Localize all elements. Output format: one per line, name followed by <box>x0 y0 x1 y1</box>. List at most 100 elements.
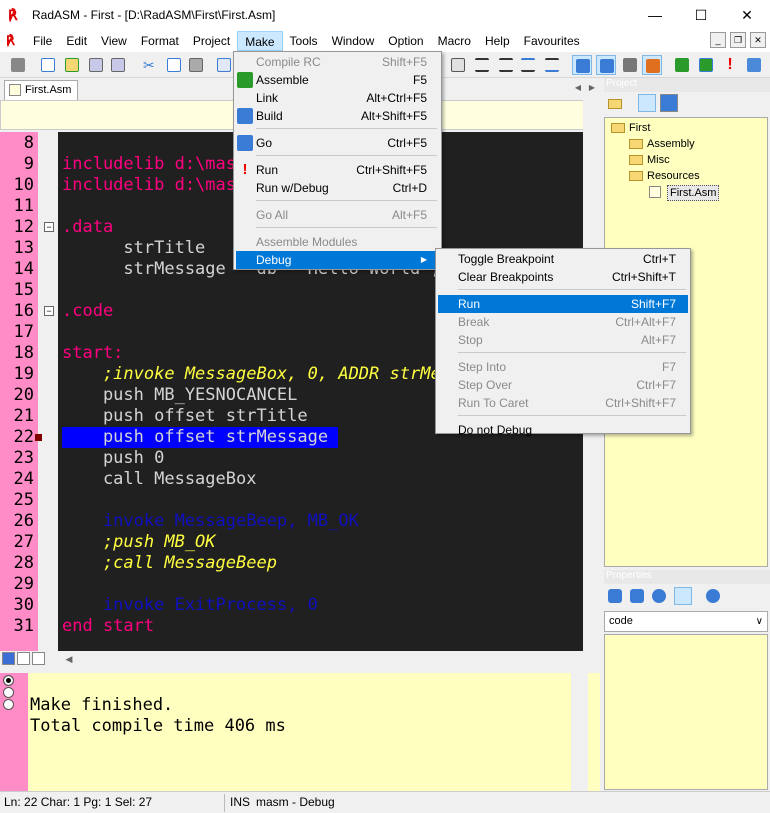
menu-view[interactable]: View <box>94 31 134 51</box>
view-mode-2-icon[interactable] <box>17 652 30 665</box>
menu-window[interactable]: Window <box>325 31 382 51</box>
file-view-icon[interactable] <box>638 94 656 112</box>
toggle-output-button[interactable] <box>596 55 616 75</box>
make-item-build[interactable]: Build Alt+Shift+F5 <box>236 107 439 125</box>
debug-item-step-into[interactable]: Step Into F7 <box>438 358 688 376</box>
menu-option[interactable]: Option <box>381 31 430 51</box>
output-tab-radio-2[interactable] <box>3 687 14 698</box>
code-line[interactable]: 26 invoke MessageBeep, MB_OK <box>0 511 583 532</box>
code-line[interactable]: 27 ;push MB_OK <box>0 532 583 553</box>
mdi-doc-icon[interactable]: ℟ <box>6 33 22 49</box>
code-line[interactable]: 23 push 0 <box>0 448 583 469</box>
output-window[interactable]: Make finished. Total compile time 406 ms <box>0 673 600 791</box>
output-scrollbar[interactable] <box>571 673 588 791</box>
code-line[interactable]: 25 <box>0 490 583 511</box>
paste-button[interactable] <box>186 55 206 75</box>
menu-make[interactable]: Make <box>237 31 283 51</box>
debug-item-break[interactable]: Break Ctrl+Alt+F7 <box>438 313 688 331</box>
properties-button[interactable] <box>642 55 662 75</box>
debug-item-run-to-caret[interactable]: Run To Caret Ctrl+Shift+F7 <box>438 394 688 412</box>
menu-tools[interactable]: Tools <box>283 31 325 51</box>
open-file-button[interactable] <box>62 55 82 75</box>
view-mode-1-icon[interactable] <box>2 652 15 665</box>
mdi-close-button[interactable]: ✕ <box>750 32 766 48</box>
debug-item-do-not-debug[interactable]: Do not Debug <box>438 421 688 439</box>
make-item-assemble-modules[interactable]: Assemble Modules <box>236 233 439 251</box>
code-line[interactable]: 30 invoke ExitProcess, 0 <box>0 595 583 616</box>
debug-item-clear-breakpoints[interactable]: Clear Breakpoints Ctrl+Shift+T <box>438 268 688 286</box>
comment-button[interactable] <box>518 55 538 75</box>
debug-button[interactable] <box>744 55 764 75</box>
breakpoint-icon[interactable] <box>35 434 42 441</box>
make-item-link[interactable]: Link Alt+Ctrl+F5 <box>236 89 439 107</box>
debug-item-toggle-breakpoint[interactable]: Toggle Breakpoint Ctrl+T <box>438 250 688 268</box>
mdi-restore-button[interactable]: ❐ <box>730 32 746 48</box>
new-file-button[interactable] <box>38 55 58 75</box>
print-button[interactable] <box>8 55 28 75</box>
outdent-button[interactable] <box>496 55 516 75</box>
output-tab-radio-3[interactable] <box>3 699 14 710</box>
make-item-debug[interactable]: Debug ▶ <box>236 251 439 269</box>
save-button[interactable] <box>86 55 106 75</box>
menu-macro[interactable]: Macro <box>431 31 478 51</box>
menu-project[interactable]: Project <box>186 31 237 51</box>
copy-button[interactable] <box>164 55 184 75</box>
menu-favourites[interactable]: Favourites <box>517 31 587 51</box>
indent-button[interactable] <box>472 55 492 75</box>
make-item-compile-rc[interactable]: Compile RC Shift+F5 <box>236 53 439 71</box>
maximize-button[interactable]: ☐ <box>678 0 724 30</box>
properties-list[interactable] <box>604 634 768 790</box>
tree-node-assembly[interactable]: Assembly <box>647 137 695 151</box>
toggle-project-button[interactable] <box>572 55 592 75</box>
menu-format[interactable]: Format <box>134 31 186 51</box>
tree-node-misc[interactable]: Misc <box>647 153 670 167</box>
tree-node-first-asm[interactable]: First.Asm <box>667 185 720 201</box>
tree-node-first[interactable]: First <box>629 121 650 135</box>
build-button[interactable] <box>696 55 716 75</box>
open-folder-icon[interactable] <box>608 99 622 109</box>
menu-file[interactable]: File <box>26 31 59 51</box>
tab-scroll-left-icon[interactable]: ◀ <box>572 82 584 94</box>
uncomment-button[interactable] <box>542 55 562 75</box>
debug-item-step-over[interactable]: Step Over Ctrl+F7 <box>438 376 688 394</box>
prop-filter-1-icon[interactable] <box>608 589 622 603</box>
refresh-icon[interactable] <box>706 589 720 603</box>
fold-toggle-icon[interactable]: − <box>44 222 54 232</box>
code-line[interactable]: 28 ;call MessageBeep <box>0 553 583 574</box>
prop-filter-2-icon[interactable] <box>630 589 644 603</box>
tab-scroll-right-icon[interactable]: ▶ <box>586 82 598 94</box>
view-mode-3-icon[interactable] <box>32 652 45 665</box>
code-line[interactable]: 31 end start <box>0 616 583 637</box>
prop-filter-4-icon[interactable] <box>674 587 692 605</box>
close-button[interactable]: ✕ <box>724 0 770 30</box>
minimize-button[interactable]: — <box>632 0 678 30</box>
make-item-run[interactable]: ! Run Ctrl+Shift+F5 <box>236 161 439 179</box>
make-item-run-w-debug[interactable]: Run w/Debug Ctrl+D <box>236 179 439 197</box>
code-line[interactable]: 29 <box>0 574 583 595</box>
cut-button[interactable]: ✂ <box>140 55 160 75</box>
debug-item-run[interactable]: Run Shift+F7 <box>438 295 688 313</box>
mdi-minimize-button[interactable]: _ <box>710 32 726 48</box>
find-button[interactable] <box>448 55 468 75</box>
save-all-button[interactable] <box>108 55 128 75</box>
make-item-assemble[interactable]: Assemble F5 <box>236 71 439 89</box>
undo-button[interactable] <box>214 55 234 75</box>
project-view-icon[interactable] <box>660 94 678 112</box>
make-item-go-all[interactable]: Go All Alt+F5 <box>236 206 439 224</box>
tree-node-resources[interactable]: Resources <box>647 169 700 183</box>
hscroll-left-icon[interactable]: ◀ <box>62 652 76 666</box>
prop-filter-3-icon[interactable] <box>652 589 666 603</box>
editor-horizontal-scrollbar[interactable]: ◀ <box>0 651 600 668</box>
code-line[interactable]: 24 call MessageBox <box>0 469 583 490</box>
menu-edit[interactable]: Edit <box>59 31 94 51</box>
properties-combo[interactable]: code ∨ <box>604 611 768 632</box>
tools-button[interactable] <box>620 55 640 75</box>
make-item-go[interactable]: Go Ctrl+F5 <box>236 134 439 152</box>
debug-item-stop[interactable]: Stop Alt+F7 <box>438 331 688 349</box>
fold-toggle-icon[interactable]: − <box>44 306 54 316</box>
run-button[interactable]: ! <box>720 55 740 75</box>
assemble-button[interactable] <box>672 55 692 75</box>
tab-first-asm[interactable]: First.Asm <box>4 80 78 100</box>
menu-help[interactable]: Help <box>478 31 517 51</box>
output-tab-radio-1[interactable] <box>3 675 14 686</box>
